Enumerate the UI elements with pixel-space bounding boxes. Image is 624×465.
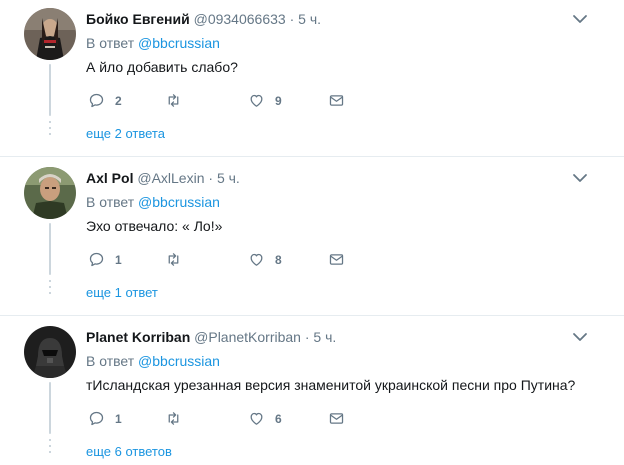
reply-context: В ответ @bbcrussian [86, 353, 220, 369]
like-button[interactable]: 9 [248, 92, 282, 109]
avatar[interactable] [24, 326, 76, 378]
thread-dots [49, 439, 51, 457]
envelope-icon [329, 413, 344, 424]
timestamp[interactable]: 5 ч. [298, 11, 321, 27]
thread-line [49, 223, 51, 275]
reply-button[interactable]: 1 [88, 410, 122, 427]
thread-dots [49, 121, 51, 139]
tweet-text: тИсландская урезанная версия знаменитой … [86, 377, 576, 393]
thread-line [49, 382, 51, 434]
reply-count: 1 [115, 411, 122, 426]
tweet-text: А йло добавить слабо? [86, 59, 238, 75]
avatar[interactable] [24, 8, 76, 60]
retweet-icon [168, 253, 179, 266]
reply-mention-link[interactable]: @bbcrussian [138, 353, 220, 369]
direct-message-button[interactable] [328, 92, 345, 109]
tweet[interactable]: Planet Korriban @PlanetKorriban · 5 ч. В… [0, 318, 624, 465]
thread-dots [49, 280, 51, 298]
reply-mention-link[interactable]: @bbcrussian [138, 35, 220, 51]
show-more-replies-link[interactable]: еще 2 ответа [86, 126, 165, 141]
tweet-divider [0, 156, 624, 157]
avatar-image [24, 167, 76, 219]
tweet[interactable]: Бойко Евгений @0934066633 · 5 ч. В ответ… [0, 0, 624, 156]
show-more-replies-link[interactable]: еще 6 ответов [86, 444, 172, 459]
heart-icon [250, 94, 263, 107]
direct-message-button[interactable] [328, 251, 345, 268]
reply-icon [89, 252, 104, 267]
heart-icon [250, 412, 263, 425]
tweet-actions: 1 8 [86, 251, 386, 269]
display-name[interactable]: Бойко Евгений [86, 11, 190, 27]
separator: · [304, 329, 310, 345]
tweet-actions: 2 9 [86, 92, 386, 110]
tweet[interactable]: Axl Pol @AxlLexin · 5 ч. В ответ @bbcrus… [0, 159, 624, 315]
username[interactable]: @PlanetKorriban [194, 329, 301, 345]
reply-icon [89, 411, 104, 426]
retweet-button[interactable] [165, 92, 192, 109]
avatar-image [24, 326, 76, 378]
like-count: 6 [275, 411, 282, 426]
reply-button[interactable]: 2 [88, 92, 122, 109]
tweet-divider [0, 315, 624, 316]
envelope-icon [329, 254, 344, 265]
show-more-replies-link[interactable]: еще 1 ответ [86, 285, 158, 300]
avatar-image [24, 8, 76, 60]
timestamp[interactable]: 5 ч. [217, 170, 240, 186]
retweet-icon [168, 94, 179, 107]
like-count: 9 [275, 93, 282, 108]
display-name[interactable]: Planet Korriban [86, 329, 190, 345]
display-name[interactable]: Axl Pol [86, 170, 133, 186]
heart-icon [250, 253, 263, 266]
thread-line [49, 64, 51, 116]
reply-button[interactable]: 1 [88, 251, 122, 268]
chevron-down-icon[interactable] [572, 329, 588, 345]
timestamp[interactable]: 5 ч. [313, 329, 336, 345]
separator: · [289, 11, 295, 27]
separator: · [208, 170, 214, 186]
tweet-header: Бойко Евгений @0934066633 · 5 ч. [86, 11, 321, 27]
reply-prefix: В ответ [86, 194, 135, 210]
reply-context: В ответ @bbcrussian [86, 194, 220, 210]
like-count: 8 [275, 252, 282, 267]
username[interactable]: @AxlLexin [137, 170, 204, 186]
avatar[interactable] [24, 167, 76, 219]
like-button[interactable]: 6 [248, 410, 282, 427]
reply-context: В ответ @bbcrussian [86, 35, 220, 51]
tweet-text: Эхо отвечало: « Ло!» [86, 218, 223, 234]
reply-prefix: В ответ [86, 353, 135, 369]
retweet-icon [168, 412, 179, 425]
tweet-actions: 1 6 [86, 410, 386, 428]
tweet-header: Planet Korriban @PlanetKorriban · 5 ч. [86, 329, 336, 345]
like-button[interactable]: 8 [248, 251, 282, 268]
direct-message-button[interactable] [328, 410, 345, 427]
reply-count: 2 [115, 93, 122, 108]
chevron-down-icon[interactable] [572, 11, 588, 27]
reply-prefix: В ответ [86, 35, 135, 51]
reply-count: 1 [115, 252, 122, 267]
retweet-button[interactable] [165, 410, 192, 427]
username[interactable]: @0934066633 [194, 11, 286, 27]
reply-mention-link[interactable]: @bbcrussian [138, 194, 220, 210]
tweet-header: Axl Pol @AxlLexin · 5 ч. [86, 170, 240, 186]
reply-icon [89, 93, 104, 108]
chevron-down-icon[interactable] [572, 170, 588, 186]
envelope-icon [329, 95, 344, 106]
retweet-button[interactable] [165, 251, 192, 268]
